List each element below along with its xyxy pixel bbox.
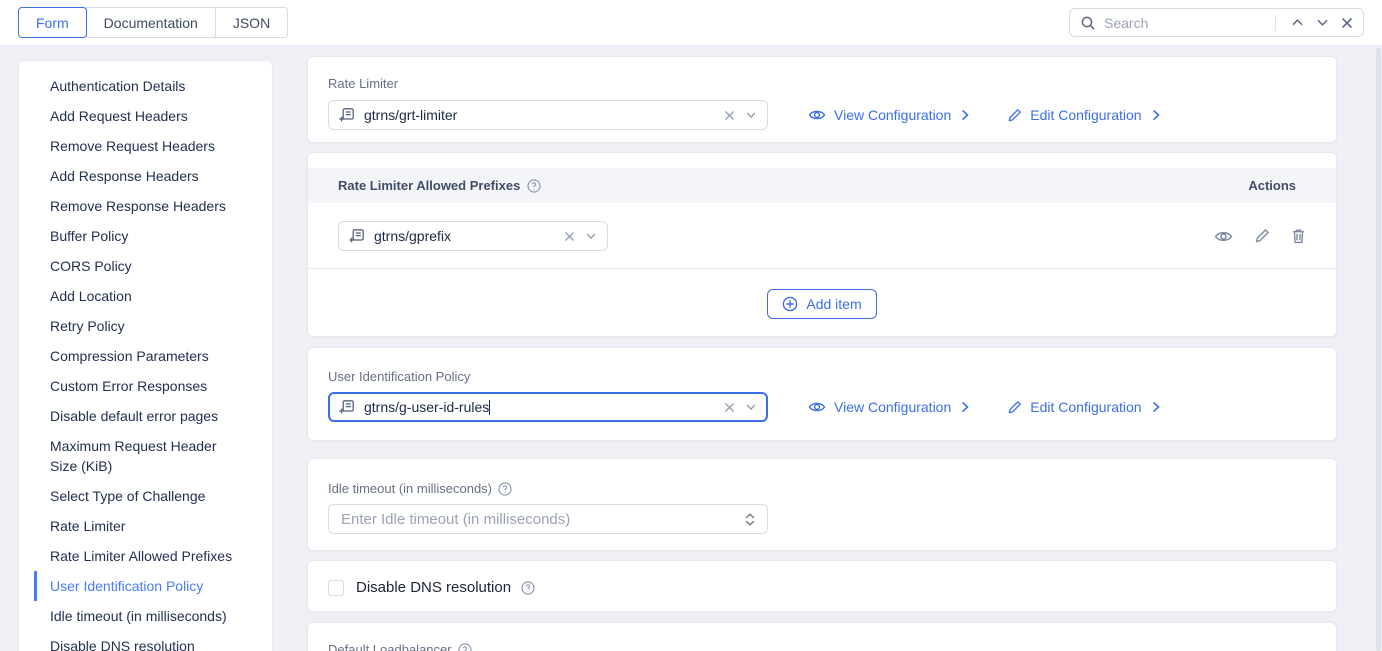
idle-timeout-card: Idle timeout (in milliseconds) xyxy=(307,458,1337,551)
reference-icon xyxy=(339,107,355,123)
eye-icon xyxy=(808,108,826,122)
add-item-button[interactable]: Add item xyxy=(767,289,876,319)
user-identification-policy-card: User Identification Policy gtrns/g-user-… xyxy=(307,347,1337,441)
sidebar-item-authentication-details[interactable]: Authentication Details xyxy=(34,71,262,101)
search-icon xyxy=(1080,15,1096,31)
search-input[interactable] xyxy=(1104,15,1271,31)
eye-icon xyxy=(808,400,826,414)
disable-dns-label: Disable DNS resolution xyxy=(356,579,511,596)
rate-limiter-select[interactable]: gtrns/grt-limiter xyxy=(328,100,768,130)
chevron-down-icon[interactable] xyxy=(745,109,757,121)
sidebar-item-add-request-headers[interactable]: Add Request Headers xyxy=(34,101,262,131)
user-id-policy-label: User Identification Policy xyxy=(328,369,1316,384)
user-id-policy-select[interactable]: gtrns/g-user-id-rules xyxy=(328,392,768,422)
user-id-policy-value: gtrns/g-user-id-rules xyxy=(364,399,489,415)
search-box[interactable] xyxy=(1069,8,1364,37)
edit-configuration-link[interactable]: Edit Configuration xyxy=(1007,399,1161,415)
view-row-icon[interactable] xyxy=(1214,229,1233,244)
pencil-icon xyxy=(1007,108,1022,123)
sidebar-item-add-location[interactable]: Add Location xyxy=(34,281,262,311)
form-section-nav: Authentication Details Add Request Heade… xyxy=(18,60,273,651)
edit-configuration-link[interactable]: Edit Configuration xyxy=(1007,107,1161,123)
tab-documentation[interactable]: Documentation xyxy=(86,7,216,38)
rate-limiter-card: Rate Limiter gtrns/grt-limiter xyxy=(307,56,1337,143)
disable-dns-checkbox[interactable] xyxy=(328,580,344,596)
prefix-value: gtrns/gprefix xyxy=(374,228,564,244)
allowed-prefixes-card: Rate Limiter Allowed Prefixes Actions xyxy=(307,152,1337,337)
sidebar-item-remove-request-headers[interactable]: Remove Request Headers xyxy=(34,131,262,161)
sidebar-item-rate-limiter-allowed-prefixes[interactable]: Rate Limiter Allowed Prefixes xyxy=(34,541,262,571)
sidebar-item-buffer-policy[interactable]: Buffer Policy xyxy=(34,221,262,251)
vertical-scrollbar[interactable] xyxy=(1376,48,1381,651)
view-configuration-link[interactable]: View Configuration xyxy=(808,399,971,415)
sidebar-item-user-identification-policy[interactable]: User Identification Policy xyxy=(34,571,262,601)
help-icon[interactable] xyxy=(521,581,535,595)
number-stepper[interactable] xyxy=(745,513,755,526)
chevron-right-icon xyxy=(1150,109,1162,121)
search-prev-icon[interactable] xyxy=(1285,16,1310,29)
chevron-right-icon xyxy=(959,401,971,413)
clear-selection-icon[interactable] xyxy=(724,402,735,413)
chevron-down-icon[interactable] xyxy=(745,401,757,413)
prefix-row: gtrns/gprefix xyxy=(308,203,1336,268)
sidebar-item-compression-parameters[interactable]: Compression Parameters xyxy=(34,341,262,371)
chevron-down-icon[interactable] xyxy=(585,230,597,242)
sidebar-item-rate-limiter[interactable]: Rate Limiter xyxy=(34,511,262,541)
help-icon[interactable] xyxy=(527,179,541,193)
reference-icon xyxy=(339,399,355,415)
idle-timeout-label: Idle timeout (in milliseconds) xyxy=(328,481,492,496)
row-actions xyxy=(1214,228,1306,244)
sidebar-item-custom-error-responses[interactable]: Custom Error Responses xyxy=(34,371,262,401)
rate-limiter-label: Rate Limiter xyxy=(328,76,1316,91)
view-configuration-link[interactable]: View Configuration xyxy=(808,107,971,123)
idle-timeout-input-wrap xyxy=(328,504,768,534)
tab-json[interactable]: JSON xyxy=(215,7,288,38)
sidebar-item-idle-timeout[interactable]: Idle timeout (in milliseconds) xyxy=(34,601,262,631)
pencil-icon xyxy=(1007,400,1022,415)
sidebar-item-disable-dns-resolution[interactable]: Disable DNS resolution xyxy=(34,631,262,651)
help-icon[interactable] xyxy=(458,643,472,651)
rate-limiter-value: gtrns/grt-limiter xyxy=(364,107,724,123)
tab-form[interactable]: Form xyxy=(18,7,87,38)
default-loadbalancer-label: Default Loadbalancer xyxy=(328,642,452,651)
clear-selection-icon[interactable] xyxy=(724,110,735,121)
delete-row-icon[interactable] xyxy=(1291,228,1306,244)
search-divider xyxy=(1275,15,1276,31)
default-loadbalancer-card: Default Loadbalancer xyxy=(307,622,1337,651)
allowed-prefixes-title: Rate Limiter Allowed Prefixes xyxy=(338,178,520,193)
search-close-icon[interactable] xyxy=(1335,17,1353,29)
sidebar-item-remove-response-headers[interactable]: Remove Response Headers xyxy=(34,191,262,221)
prefix-select[interactable]: gtrns/gprefix xyxy=(338,221,608,251)
text-cursor xyxy=(489,400,490,415)
sidebar-item-disable-default-error-pages[interactable]: Disable default error pages xyxy=(34,401,262,431)
view-tabs: Form Documentation JSON xyxy=(18,7,288,38)
search-next-icon[interactable] xyxy=(1310,16,1335,29)
sidebar-item-retry-policy[interactable]: Retry Policy xyxy=(34,311,262,341)
idle-timeout-input[interactable] xyxy=(341,511,745,528)
actions-column-header: Actions xyxy=(1248,178,1296,193)
edit-row-icon[interactable] xyxy=(1254,228,1270,244)
allowed-prefixes-table-header: Rate Limiter Allowed Prefixes Actions xyxy=(308,168,1336,203)
chevron-right-icon xyxy=(959,109,971,121)
form-content: Rate Limiter gtrns/grt-limiter xyxy=(307,56,1337,651)
reference-icon xyxy=(349,228,365,244)
disable-dns-card: Disable DNS resolution xyxy=(307,560,1337,612)
chevron-right-icon xyxy=(1150,401,1162,413)
top-bar: Form Documentation JSON xyxy=(0,0,1382,46)
sidebar-item-cors-policy[interactable]: CORS Policy xyxy=(34,251,262,281)
sidebar-item-add-response-headers[interactable]: Add Response Headers xyxy=(34,161,262,191)
help-icon[interactable] xyxy=(498,482,512,496)
clear-selection-icon[interactable] xyxy=(564,231,575,242)
plus-circle-icon xyxy=(782,296,798,312)
sidebar-item-select-type-of-challenge[interactable]: Select Type of Challenge xyxy=(34,481,262,511)
sidebar-item-max-request-header-size[interactable]: Maximum Request Header Size (KiB) xyxy=(34,431,244,481)
